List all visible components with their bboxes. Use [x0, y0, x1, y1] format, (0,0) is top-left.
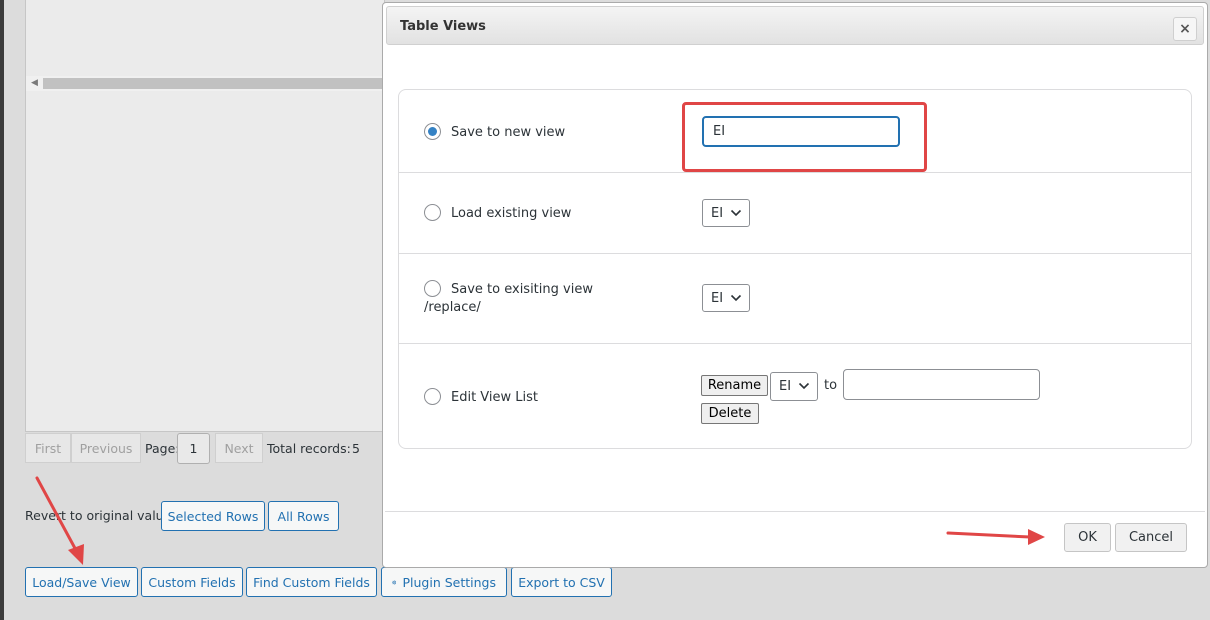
annotation-overlay: [35, 476, 1045, 565]
arrow-to-ok-icon: [946, 529, 1045, 545]
arrow-to-load-save-icon: [35, 476, 84, 565]
